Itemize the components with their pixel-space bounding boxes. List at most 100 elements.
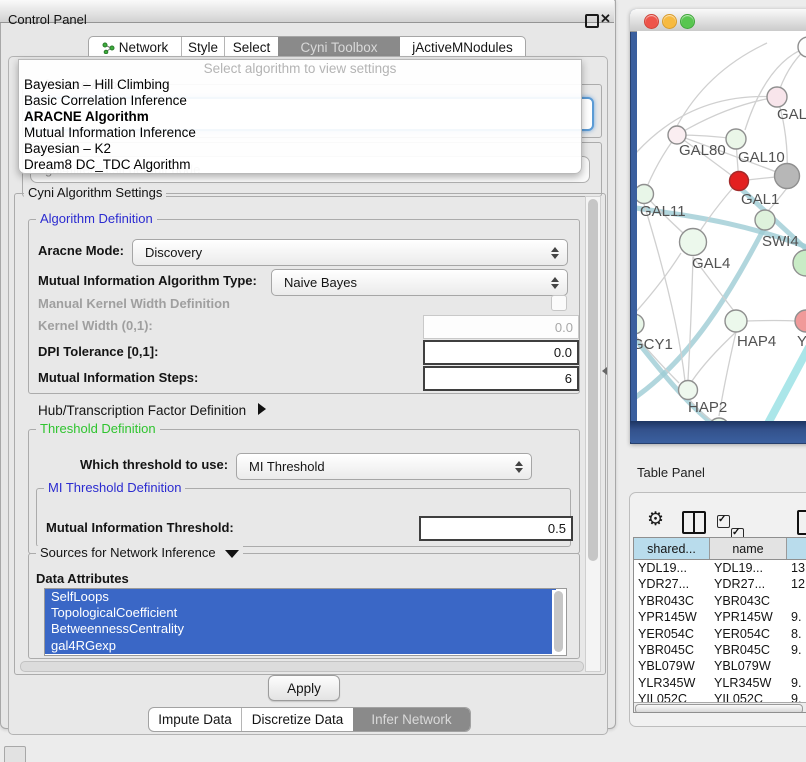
- node-label: GAL10: [738, 149, 785, 166]
- attribute-item[interactable]: SelfLoops: [45, 589, 556, 605]
- panel-grip[interactable]: [4, 746, 26, 762]
- column-header-shared-name[interactable]: shared...: [634, 538, 710, 559]
- node-label: GAL4: [692, 255, 730, 272]
- network-edge[interactable]: [692, 332, 736, 381]
- data-attributes-label: Data Attributes: [36, 571, 129, 586]
- network-node[interactable]: [793, 250, 806, 276]
- aracne-mode-label: Aracne Mode:: [38, 243, 124, 258]
- table-row[interactable]: YBR045CYBR045C9.: [634, 642, 806, 658]
- algorithm-option[interactable]: ARACNE Algorithm: [19, 109, 581, 125]
- node-label: HAP2: [688, 399, 727, 416]
- network-node[interactable]: [798, 37, 806, 57]
- network-node[interactable]: [725, 310, 747, 332]
- kernel-width-field[interactable]: 0.0: [423, 315, 579, 339]
- tab-label: Network: [119, 40, 169, 55]
- mi-steps-field[interactable]: 6: [423, 366, 579, 391]
- attribute-item[interactable]: TopologicalCoefficient: [45, 605, 556, 621]
- control-panel-titlebar[interactable]: [0, 0, 614, 23]
- table-row[interactable]: YER054CYER054C8.: [634, 626, 806, 642]
- algorithm-option[interactable]: Basic Correlation Inference: [19, 93, 581, 109]
- float-window-icon[interactable]: [585, 14, 599, 28]
- settings-vertical-scrollbar[interactable]: [585, 196, 601, 672]
- export-table-icon[interactable]: [797, 510, 806, 535]
- network-node[interactable]: [730, 172, 749, 191]
- network-edge[interactable]: [765, 347, 806, 421]
- zoom-traffic-light[interactable]: [680, 14, 695, 29]
- table-row[interactable]: YBR043CYBR043C: [634, 593, 806, 609]
- algorithm-option[interactable]: Mutual Information Inference: [19, 125, 581, 141]
- mi-threshold-legend: MI Threshold Definition: [44, 481, 185, 495]
- network-node[interactable]: [795, 310, 806, 332]
- tab-impute-data[interactable]: Impute Data: [149, 708, 242, 731]
- data-attributes-list[interactable]: SelfLoopsTopologicalCoefficientBetweenne…: [44, 588, 567, 656]
- dpi-tolerance-field[interactable]: 0.0: [423, 340, 579, 365]
- scrollbar-thumb[interactable]: [588, 199, 598, 561]
- network-node[interactable]: [680, 229, 707, 256]
- tab-cyni-toolbox[interactable]: Cyni Toolbox: [278, 37, 400, 58]
- network-edge[interactable]: [677, 43, 767, 126]
- table-hscroll-thumb[interactable]: [635, 704, 803, 714]
- tab-discretize-data[interactable]: Discretize Data: [242, 708, 353, 731]
- select-all-checkbox-icon[interactable]: [717, 515, 730, 528]
- network-node[interactable]: [679, 381, 698, 400]
- attribute-item[interactable]: BetweennessCentrality: [45, 621, 556, 637]
- network-node[interactable]: [767, 87, 787, 107]
- network-canvas[interactable]: GALGAL80GAL10GAL1GAL11SWI4GAL4HAP4YGCY1H…: [637, 31, 806, 421]
- table-row[interactable]: YDL19...YDL19...13: [634, 560, 806, 576]
- network-node[interactable]: [755, 210, 775, 230]
- table-row[interactable]: YBL079WYBL079W: [634, 658, 806, 674]
- network-node[interactable]: [637, 185, 654, 204]
- algorithm-dropdown-popup: Select algorithm to view settings Bayesi…: [18, 59, 582, 174]
- which-threshold-combo[interactable]: MI Threshold: [236, 453, 532, 480]
- mi-threshold-label: Mutual Information Threshold:: [46, 520, 234, 535]
- algorithm-option[interactable]: Bayesian – K2: [19, 141, 581, 157]
- close-icon[interactable]: ✕: [600, 11, 611, 27]
- network-node[interactable]: [637, 314, 644, 334]
- network-window-titlebar[interactable]: [630, 9, 806, 32]
- mi-type-combo[interactable]: Naive Bayes: [271, 269, 568, 296]
- table-row[interactable]: YLR345WYLR345W9.: [634, 675, 806, 691]
- network-node[interactable]: [775, 164, 800, 189]
- mi-threshold-field[interactable]: 0.5: [419, 516, 573, 541]
- aracne-mode-combo[interactable]: Discovery: [132, 239, 568, 266]
- threshold-definition-legend: Threshold Definition: [36, 422, 160, 436]
- tab-style[interactable]: Style: [182, 37, 225, 58]
- network-edge[interactable]: [637, 253, 681, 314]
- network-edge[interactable]: [747, 321, 795, 322]
- minimize-traffic-light[interactable]: [662, 14, 677, 29]
- table-header-row: shared... name: [634, 538, 806, 560]
- node-label: SWI4: [762, 233, 799, 250]
- tab-network[interactable]: Network: [89, 37, 182, 58]
- algorithm-option[interactable]: Dream8 DC_TDC Algorithm: [19, 157, 581, 173]
- table-body: YDL19...YDL19...13YDR27...YDR27...12YBR0…: [634, 560, 806, 702]
- column-header-name[interactable]: name: [710, 538, 787, 559]
- manual-kernel-checkbox[interactable]: [551, 295, 567, 311]
- network-node[interactable]: [726, 129, 746, 149]
- node-label: HAP4: [737, 333, 776, 350]
- table-row[interactable]: YPR145WYPR145W9.: [634, 609, 806, 625]
- tab-infer-network[interactable]: Infer Network: [353, 708, 470, 731]
- table-row[interactable]: YDR27...YDR27...12: [634, 576, 806, 592]
- splitter-collapse-icon[interactable]: [602, 367, 607, 375]
- which-threshold-label: Which threshold to use:: [80, 457, 228, 472]
- hub-definition-header[interactable]: Hub/Transcription Factor Definition: [38, 403, 266, 418]
- table-horizontal-scrollbar[interactable]: [634, 702, 806, 713]
- table-row[interactable]: YIL052CYIL052C9.: [634, 691, 806, 702]
- sources-legend[interactable]: Sources for Network Inference: [36, 546, 243, 560]
- settings-horizontal-scrollbar[interactable]: [20, 661, 584, 672]
- attribute-item[interactable]: gal4RGexp: [45, 638, 556, 654]
- attribute-items: SelfLoopsTopologicalCoefficientBetweenne…: [45, 589, 566, 654]
- tab-select[interactable]: Select: [225, 37, 278, 58]
- column-header-partial[interactable]: [787, 538, 806, 559]
- tab-jactivemnodules[interactable]: jActiveMNodules: [400, 37, 525, 58]
- column-layout-icon[interactable]: [682, 511, 706, 534]
- close-traffic-light[interactable]: [644, 14, 659, 29]
- algorithm-option[interactable]: Bayesian – Hill Climbing: [19, 77, 581, 93]
- node-label: GAL1: [741, 191, 779, 208]
- network-edge[interactable]: [688, 257, 693, 380]
- list-scrollbar[interactable]: [552, 590, 564, 654]
- apply-button[interactable]: Apply: [268, 675, 340, 701]
- gear-icon[interactable]: ⚙: [647, 508, 664, 531]
- list-scrollbar-thumb[interactable]: [554, 591, 563, 652]
- node-label: GAL: [777, 106, 806, 123]
